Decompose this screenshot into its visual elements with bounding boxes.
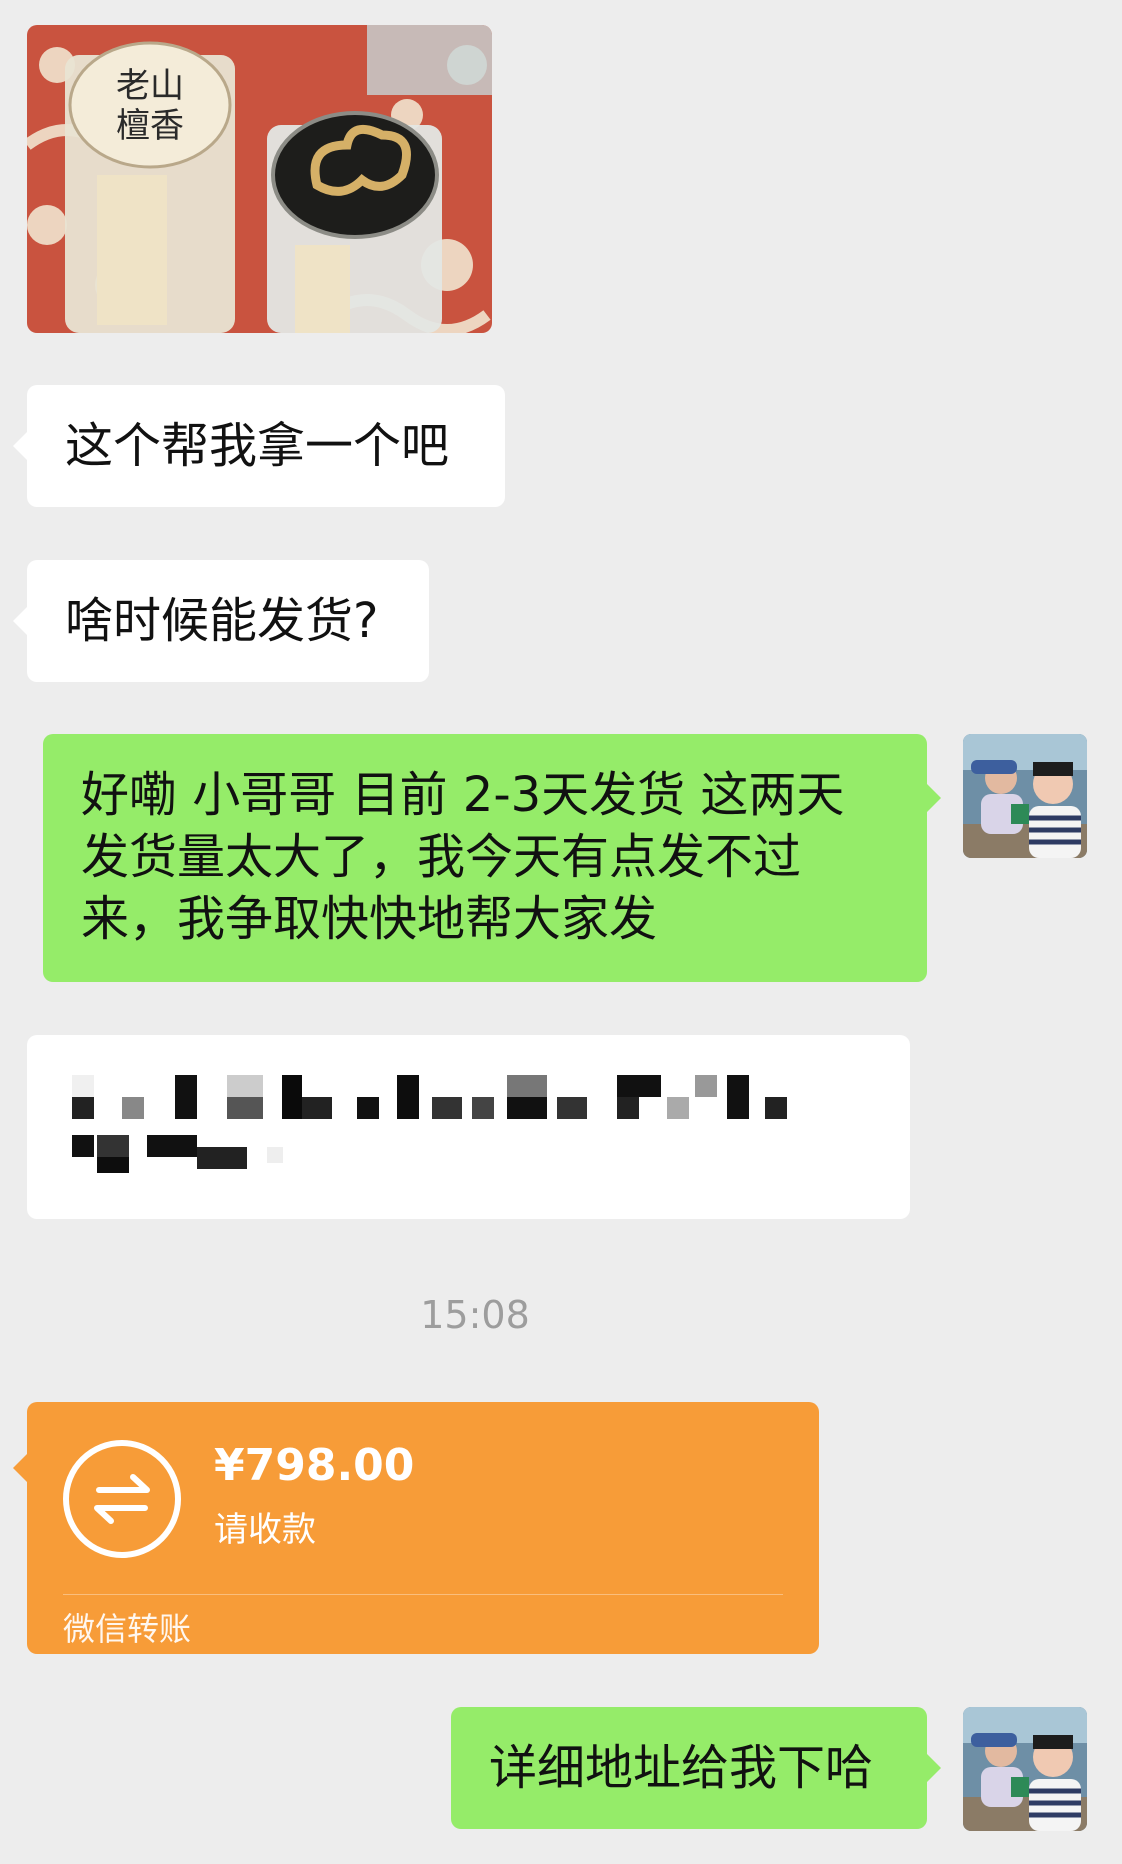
avatar-photo — [963, 734, 1087, 858]
tube-label-line1: 老山 — [116, 66, 184, 106]
product-photo: 老山 檀香 — [27, 25, 492, 333]
transfer-icon — [63, 1440, 181, 1558]
message-text-line: 发货量太大了，我今天有点发不过 — [81, 829, 802, 885]
outgoing-message-bubble[interactable]: 好嘞 小哥哥 目前 2-3天发货 这两天 发货量太大了，我今天有点发不过 来，我… — [43, 734, 941, 982]
divider — [63, 1594, 783, 1595]
message-text: 啥时候能发货? — [65, 593, 379, 649]
message-text: 这个帮我拿一个吧 — [65, 418, 450, 474]
transfer-card[interactable]: ¥798.00 请收款 微信转账 — [13, 1402, 819, 1654]
blurred-message[interactable] — [27, 1035, 910, 1219]
message-text-line: 好嘞 小哥哥 目前 2-3天发货 这两天 — [81, 767, 845, 823]
message-text-line: 来，我争取快快地帮大家发 — [81, 891, 658, 947]
transfer-amount: ¥798.00 — [214, 1440, 415, 1491]
tube-label-line2: 檀香 — [116, 106, 184, 146]
image-message[interactable]: 老山 檀香 — [27, 25, 492, 333]
avatar[interactable] — [963, 734, 1087, 858]
transfer-footer: 微信转账 — [63, 1610, 192, 1648]
message-text: 详细地址给我下哈 — [489, 1740, 874, 1796]
avatar-photo — [963, 1707, 1087, 1831]
incoming-message-bubble[interactable]: 这个帮我拿一个吧 — [13, 385, 505, 507]
timestamp: 15:08 — [420, 1293, 530, 1337]
avatar[interactable] — [963, 1707, 1087, 1831]
outgoing-message-bubble[interactable]: 详细地址给我下哈 — [451, 1707, 941, 1829]
transfer-status: 请收款 — [214, 1510, 316, 1550]
incoming-message-bubble[interactable]: 啥时候能发货? — [13, 560, 429, 682]
